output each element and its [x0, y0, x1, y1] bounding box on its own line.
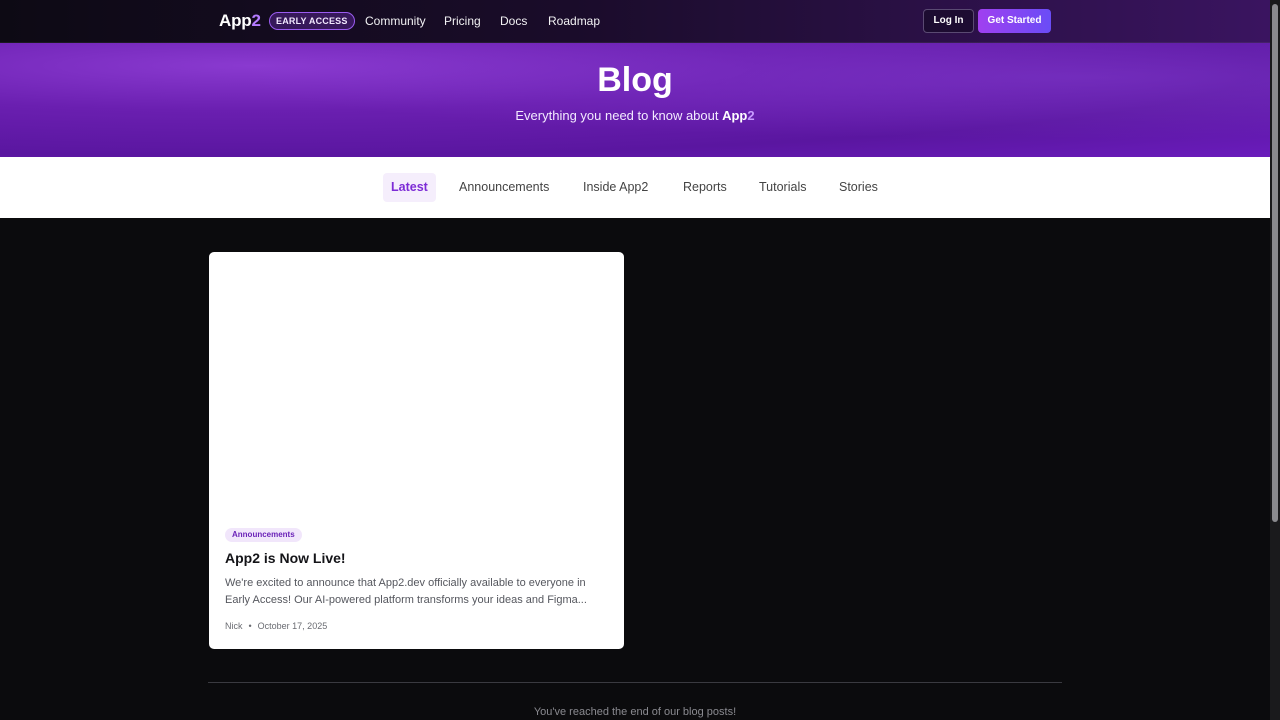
post-date: October 17, 2025 — [257, 621, 328, 631]
nav-link-roadmap[interactable]: Roadmap — [548, 14, 600, 28]
tab-announcements[interactable]: Announcements — [451, 173, 557, 202]
post-meta: Nick • October 17, 2025 — [225, 621, 327, 631]
end-of-posts-message: You've reached the end of our blog posts… — [533, 706, 737, 718]
nav-link-docs[interactable]: Docs — [500, 14, 527, 28]
post-excerpt: We're excited to announce that App2.dev … — [225, 577, 587, 606]
nav-link-community[interactable]: Community — [365, 14, 426, 28]
blog-hero: Blog Everything you need to know about A… — [0, 43, 1270, 157]
get-started-button[interactable]: Get Started — [978, 9, 1051, 33]
tab-tutorials[interactable]: Tutorials — [751, 173, 814, 202]
category-tabs: Latest Announcements Inside App2 Reports… — [0, 157, 1270, 218]
top-navbar: App2 EARLY ACCESS Community Pricing Docs… — [0, 0, 1270, 43]
tab-stories[interactable]: Stories — [831, 173, 886, 202]
page-title: Blog — [597, 61, 673, 99]
post-title[interactable]: App2 is Now Live! — [225, 550, 346, 566]
tab-latest[interactable]: Latest — [383, 173, 436, 202]
meta-separator: • — [248, 621, 252, 631]
tab-reports[interactable]: Reports — [675, 173, 735, 202]
login-button[interactable]: Log In — [923, 9, 974, 33]
early-access-badge: EARLY ACCESS — [269, 12, 355, 30]
blog-post-card[interactable]: Announcements App2 is Now Live! We're ex… — [209, 252, 624, 649]
tab-inside-app2[interactable]: Inside App2 — [575, 173, 656, 202]
divider — [208, 682, 1062, 683]
nav-link-pricing[interactable]: Pricing — [444, 14, 481, 28]
post-category-tag: Announcements — [225, 528, 302, 542]
page-subtitle: Everything you need to know about App2 — [515, 108, 755, 123]
scrollbar-thumb[interactable] — [1272, 4, 1278, 522]
brand-logo[interactable]: App2 — [219, 11, 261, 31]
post-author: Nick — [225, 621, 243, 631]
